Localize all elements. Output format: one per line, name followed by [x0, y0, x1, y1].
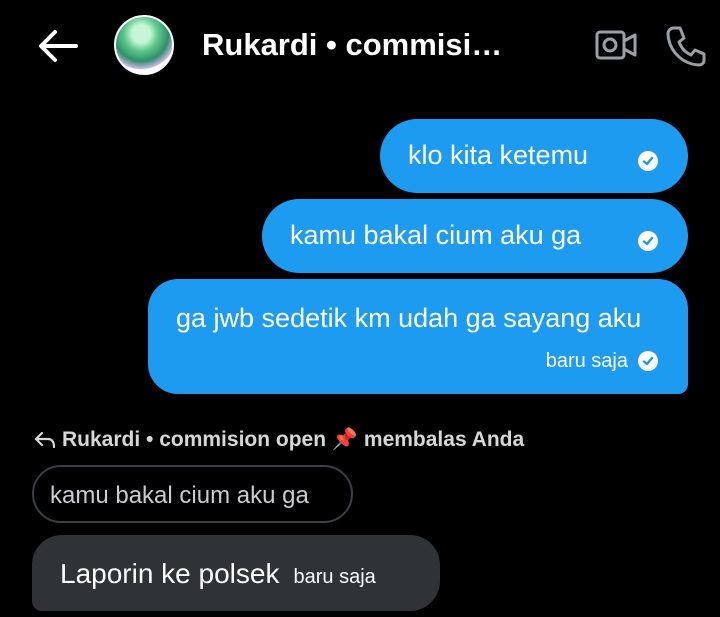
- message-text: klo kita ketemu: [408, 140, 589, 170]
- message-text: Laporin ke polsek: [60, 558, 280, 589]
- avatar[interactable]: [114, 15, 174, 75]
- message-time: baru saja: [545, 350, 628, 372]
- message-text: ga jwb sedetik km udah ga sayang aku: [176, 303, 642, 333]
- pin-icon: 📌: [331, 428, 359, 451]
- check-circle-icon: [638, 231, 658, 251]
- chat-title[interactable]: Rukardi • commisi…: [202, 27, 532, 63]
- phone-button[interactable]: [664, 24, 708, 68]
- reply-arrow-icon: [34, 431, 56, 455]
- message-time: baru saja: [293, 566, 376, 588]
- check-circle-icon: [638, 151, 658, 171]
- back-button[interactable]: [34, 25, 80, 67]
- quoted-text: kamu bakal cium aku ga: [50, 482, 309, 509]
- message-text: kamu bakal cium aku ga: [290, 220, 582, 250]
- outgoing-message[interactable]: kamu bakal cium aku ga: [262, 199, 688, 273]
- reply-sender: Rukardi • commision open: [62, 428, 327, 451]
- video-call-button[interactable]: [594, 27, 638, 63]
- phone-icon: [666, 26, 706, 67]
- outgoing-message[interactable]: klo kita ketemu: [380, 119, 688, 193]
- video-call-icon: [595, 30, 637, 60]
- reply-label: Rukardi • commision open 📌 membalas Anda: [34, 428, 524, 455]
- check-circle-icon: [638, 351, 658, 371]
- quoted-message[interactable]: kamu bakal cium aku ga: [32, 465, 353, 523]
- reply-suffix: membalas Anda: [358, 428, 525, 451]
- chat-header: Rukardi • commisi…: [0, 0, 720, 95]
- incoming-message[interactable]: Laporin ke polsek baru saja: [32, 535, 440, 611]
- outgoing-message[interactable]: ga jwb sedetik km udah ga sayang aku bar…: [148, 279, 688, 394]
- arrow-left-icon: [39, 30, 78, 62]
